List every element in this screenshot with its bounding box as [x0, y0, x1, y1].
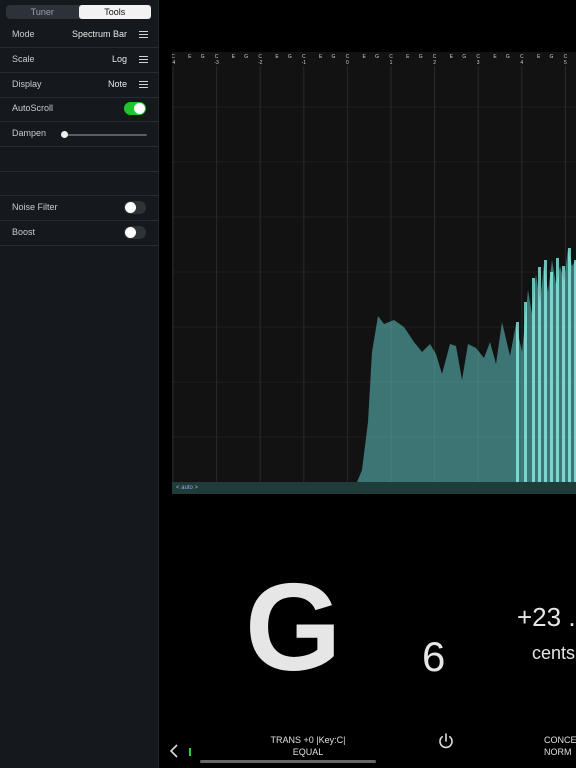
- spectrum-spike: [544, 260, 547, 482]
- octave-number-label: -4: [172, 60, 175, 66]
- autoscroll-toggle[interactable]: [124, 102, 146, 115]
- note-tick-label: G: [288, 54, 292, 60]
- empty-row: [0, 147, 158, 172]
- home-indicator: [200, 760, 376, 763]
- display-menu-icon[interactable]: [139, 81, 148, 88]
- spectrum-spike: [562, 266, 565, 482]
- signal-level-indicator: [189, 748, 191, 756]
- detected-octave: 6: [422, 633, 446, 680]
- scale-menu-icon[interactable]: [139, 56, 148, 63]
- noise-filter-toggle[interactable]: [124, 201, 146, 214]
- mode-label: Mode: [12, 29, 35, 39]
- auto-scale-label[interactable]: < auto >: [176, 485, 198, 491]
- note-tick-label: E: [406, 54, 410, 60]
- boost-toggle[interactable]: [124, 226, 146, 239]
- boost-row: Boost: [0, 221, 158, 246]
- note-tick-label: E: [188, 54, 192, 60]
- noise-filter-label: Noise Filter: [12, 202, 58, 212]
- concert-pitch-text: CONCE: [544, 735, 576, 745]
- note-tick-label: E: [450, 54, 454, 60]
- mode-menu-icon[interactable]: [139, 31, 148, 38]
- noise-filter-row: Noise Filter: [0, 196, 158, 221]
- scale-value: Log: [111, 54, 127, 64]
- spectrum-spike: [568, 248, 571, 482]
- concert-mode-text: NORM: [544, 747, 572, 757]
- spectrum-graph: C-4EGC-3EGC-2EGC-1EGC0EGC1EGC2EGC3EGC4EG…: [172, 54, 576, 494]
- note-tick-label: E: [493, 54, 497, 60]
- boost-label: Boost: [12, 227, 36, 237]
- note-tick-label: G: [244, 54, 248, 60]
- octave-number-label: 4: [520, 60, 523, 66]
- note-tick-label: G: [550, 54, 554, 60]
- note-tick-label: G: [462, 54, 466, 60]
- dampen-label: Dampen: [12, 128, 47, 138]
- cents-offset-value: +23 .: [517, 602, 576, 632]
- octave-number-label: 2: [433, 60, 436, 66]
- tab-tuner[interactable]: Tuner: [6, 5, 79, 19]
- octave-number-label: -3: [214, 60, 219, 66]
- spectrum-fill: [172, 248, 576, 494]
- octave-number-label: -1: [302, 60, 307, 66]
- octave-number-label: 1: [390, 60, 393, 66]
- octave-number-label: -2: [258, 60, 263, 66]
- detected-note: G: [245, 559, 342, 697]
- transpose-key-text: TRANS +0 |Key:C|: [270, 735, 346, 745]
- autoscroll-row: AutoScroll: [0, 97, 158, 122]
- display-label: Display: [12, 79, 42, 89]
- transpose-info[interactable]: TRANS +0 |Key:C| EQUAL: [258, 734, 358, 758]
- note-tick-label: G: [332, 54, 336, 60]
- octave-number-label: 3: [477, 60, 480, 66]
- note-tick-label: E: [537, 54, 541, 60]
- note-tick-label: G: [419, 54, 423, 60]
- spectrum-spike: [532, 278, 535, 482]
- display-value: Note: [107, 79, 127, 89]
- mode-value: Spectrum Bar: [71, 29, 127, 39]
- back-chevron-icon[interactable]: [168, 743, 180, 759]
- empty-row: [0, 171, 158, 196]
- note-tick-label: G: [506, 54, 510, 60]
- spectrum-spike: [550, 272, 553, 482]
- note-tick-label: E: [275, 54, 279, 60]
- octave-number-label: 5: [564, 60, 567, 66]
- spectrum-spike: [516, 322, 519, 482]
- spectrum-floor: [172, 482, 576, 494]
- spectrum-spike: [524, 302, 527, 482]
- spectrum-spike: [556, 258, 559, 482]
- note-tick-label: E: [232, 54, 236, 60]
- spectrum-spike: [538, 267, 541, 482]
- mode-row[interactable]: Mode Spectrum Bar: [0, 23, 158, 48]
- tuner-tools-segment: Tuner Tools: [6, 5, 151, 19]
- display-row[interactable]: Display Note: [0, 73, 158, 98]
- dampen-slider[interactable]: [60, 131, 147, 138]
- settings-sidebar: Tuner Tools Mode Spectrum Bar Scale Log …: [0, 0, 159, 768]
- spectrum-display[interactable]: C-4EGC-3EGC-2EGC-1EGC0EGC1EGC2EGC3EGC4EG…: [172, 52, 576, 494]
- temperament-text: EQUAL: [292, 747, 324, 757]
- cents-unit-label: cents: [532, 643, 576, 663]
- scale-row[interactable]: Scale Log: [0, 48, 158, 73]
- note-tick-label: G: [201, 54, 205, 60]
- dampen-row: Dampen: [0, 122, 158, 147]
- power-icon[interactable]: [437, 732, 455, 750]
- autoscroll-label: AutoScroll: [12, 103, 54, 113]
- concert-pitch-info[interactable]: CONCE NORM: [544, 734, 576, 758]
- dampen-slider-thumb[interactable]: [60, 131, 68, 138]
- note-tick-label: E: [319, 54, 323, 60]
- octave-number-label: 0: [346, 60, 349, 66]
- tab-tools[interactable]: Tools: [78, 5, 151, 19]
- note-tick-label: G: [375, 54, 379, 60]
- note-tick-label: E: [363, 54, 367, 60]
- scale-label: Scale: [12, 54, 35, 64]
